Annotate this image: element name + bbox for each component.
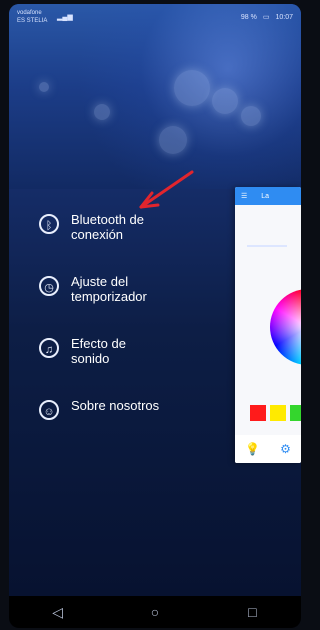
yellow-swatch[interactable] [270, 405, 286, 421]
menu-label: Bluetooth de conexión [71, 212, 145, 242]
bluetooth-icon: ᛒ [39, 214, 59, 234]
status-bar: vodafone ES STELIA ▂▄▆ 98 % ▭ 10:07 [9, 4, 301, 30]
app-preview-panel[interactable]: ☰ La 💡 ⚙ [235, 187, 301, 463]
bulb-icon[interactable]: 💡 [245, 442, 260, 456]
time-label: 10:07 [275, 13, 293, 21]
timer-icon: ◷ [39, 276, 59, 296]
user-info-icon: ☺ [39, 400, 59, 420]
signal-icon: ▂▄▆ [57, 14, 73, 21]
menu-label: Sobre nosotros [71, 398, 160, 413]
battery-icon: ▭ [262, 14, 270, 21]
recent-apps-icon[interactable]: □ [237, 604, 267, 620]
back-icon[interactable]: ◁ [43, 604, 73, 621]
bokeh-light [241, 106, 261, 126]
menu-icon[interactable]: ☰ [241, 192, 247, 200]
menu-item-bluetooth[interactable]: ᛒ Bluetooth de conexión [9, 206, 239, 268]
bokeh-light [212, 88, 238, 114]
bokeh-light [94, 104, 110, 120]
menu-item-about-us[interactable]: ☺ Sobre nosotros [9, 392, 239, 454]
drawer-screen: vodafone ES STELIA ▂▄▆ 98 % ▭ 10:07 ᛒ Bl… [9, 4, 301, 596]
bokeh-light [159, 126, 187, 154]
sound-effect-icon: ♫ [39, 338, 59, 358]
bokeh-light [39, 82, 49, 92]
menu-label: Ajuste del temporizador [71, 274, 147, 304]
drawer-menu: ᛒ Bluetooth de conexión ◷ Ajuste del tem… [9, 206, 239, 454]
color-wheel[interactable] [270, 289, 301, 365]
carrier-label: vodafone ES STELIA [17, 10, 48, 24]
menu-label: Efecto de sonido [71, 336, 126, 366]
panel-title: La [261, 192, 270, 200]
menu-item-sound-effect[interactable]: ♫ Efecto de sonido [9, 330, 239, 392]
home-icon[interactable]: ○ [140, 604, 170, 620]
red-swatch[interactable] [250, 405, 266, 421]
panel-tabbar: 💡 ⚙ [235, 435, 301, 463]
menu-item-timer[interactable]: ◷ Ajuste del temporizador [9, 268, 239, 330]
bokeh-header [9, 4, 301, 189]
android-navigation-bar: ◁ ○ □ [9, 596, 301, 628]
panel-header: ☰ La [235, 187, 301, 205]
settings-icon[interactable]: ⚙ [280, 442, 291, 456]
battery-label: 98 % [240, 13, 257, 21]
green-swatch[interactable] [290, 405, 301, 421]
phone-screen: vodafone ES STELIA ▂▄▆ 98 % ▭ 10:07 ᛒ Bl… [9, 4, 301, 628]
color-swatches [250, 405, 301, 421]
brightness-slider[interactable] [247, 245, 287, 247]
bokeh-light [174, 70, 210, 106]
